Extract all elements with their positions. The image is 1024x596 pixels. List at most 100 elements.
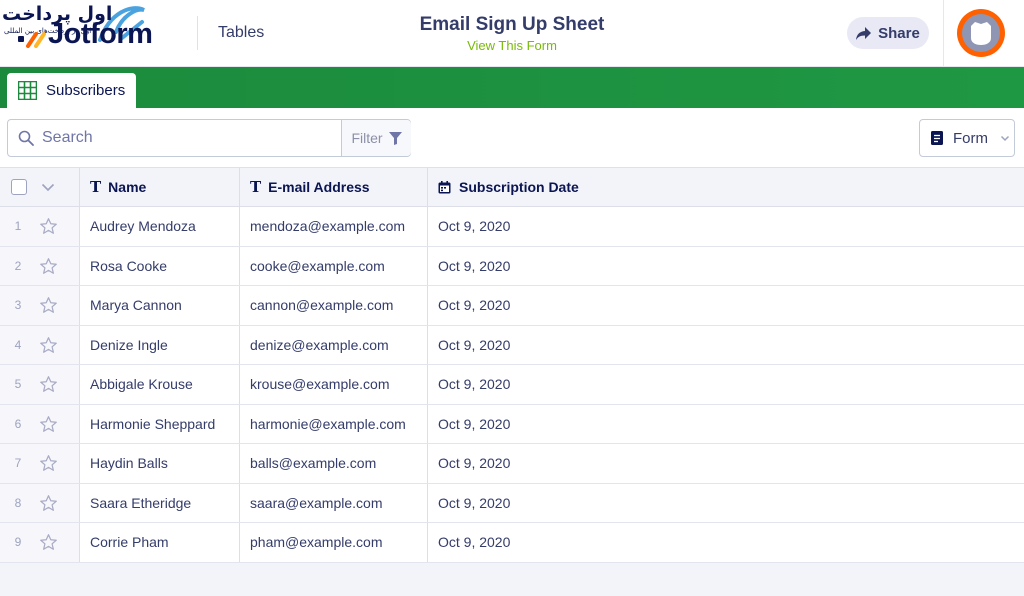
table-grid-icon [18, 81, 37, 100]
row-index-cell: 4 [0, 325, 80, 364]
form-dropdown-button[interactable]: Form [919, 119, 1015, 157]
name-cell[interactable]: Audrey Mendoza [80, 207, 240, 246]
table-row[interactable]: 5 Abbigale Krouse krouse@example.com Oct 9,… [0, 365, 1024, 405]
text-type-icon: T [90, 178, 102, 196]
name-cell[interactable]: Denize Ingle [80, 325, 240, 364]
email-cell[interactable]: balls@example.com [240, 444, 428, 483]
calendar-icon [438, 180, 451, 193]
top-bar: اول پرداخت اول در پرداخت‌های بین المللی … [0, 0, 1024, 67]
date-cell[interactable]: Oct 9, 2020 [428, 326, 1024, 365]
row-number: 2 [14, 258, 22, 273]
name-cell[interactable]: Abbigale Krouse [80, 365, 240, 404]
star-icon[interactable] [39, 217, 58, 236]
name-cell[interactable]: Harmonie Sheppard [80, 404, 240, 443]
search-box: Filter [7, 119, 411, 157]
email-cell[interactable]: harmonie@example.com [240, 404, 428, 443]
tab-label: Subscribers [46, 82, 126, 99]
email-cell[interactable]: cannon@example.com [240, 286, 428, 325]
row-number: 1 [14, 219, 22, 234]
date-cell[interactable]: Oct 9, 2020 [428, 207, 1024, 246]
row-index-cell: 2 [0, 246, 80, 285]
row-number: 8 [14, 495, 22, 510]
email-cell[interactable]: krouse@example.com [240, 365, 428, 404]
row-index-cell: 7 [0, 444, 80, 483]
user-avatar[interactable] [957, 9, 1005, 57]
divider [943, 0, 944, 66]
table-row[interactable]: 7 Haydin Balls balls@example.com Oct 9, 202… [0, 444, 1024, 484]
row-number: 3 [14, 298, 22, 313]
name-cell[interactable]: Saara Etheridge [80, 483, 240, 522]
table-header: T Name T E-mail Address Subscription Dat… [0, 168, 1024, 207]
column-label: E-mail Address [268, 179, 370, 195]
row-index-cell: 1 [0, 207, 80, 246]
share-label: Share [878, 24, 920, 42]
row-number: 9 [14, 535, 22, 550]
row-number: 7 [14, 456, 22, 471]
name-cell[interactable]: Corrie Pham [80, 523, 240, 562]
search-input[interactable] [42, 126, 332, 150]
table-body: 1 Audrey Mendoza mendoza@example.com Oct 9,… [0, 207, 1024, 563]
tab-bar: Subscribers [0, 67, 1024, 108]
toolbar: Filter Form [0, 108, 1024, 168]
chevron-down-icon[interactable] [41, 182, 55, 192]
name-cell[interactable]: Haydin Balls [80, 444, 240, 483]
star-icon[interactable] [39, 533, 58, 552]
column-label: Subscription Date [459, 179, 579, 195]
share-button[interactable]: Share [847, 17, 929, 49]
star-icon[interactable] [39, 257, 58, 276]
date-cell[interactable]: Oct 9, 2020 [428, 444, 1024, 483]
chevron-down-icon [1000, 135, 1010, 142]
share-arrow-icon [856, 26, 872, 40]
table-row[interactable]: 8 Saara Etheridge saara@example.com Oct 9, … [0, 483, 1024, 523]
star-icon[interactable] [39, 296, 58, 315]
avatar-image [962, 14, 1000, 52]
date-cell[interactable]: Oct 9, 2020 [428, 365, 1024, 404]
header-select-cell [0, 168, 80, 206]
column-header-subscription-date[interactable]: Subscription Date [428, 168, 1024, 206]
email-cell[interactable]: pham@example.com [240, 523, 428, 562]
podo-mascot-icon [971, 22, 991, 45]
table-row[interactable]: 1 Audrey Mendoza mendoza@example.com Oct 9,… [0, 207, 1024, 247]
search-icon [18, 130, 34, 146]
row-number: 6 [14, 416, 22, 431]
name-cell[interactable]: Marya Cannon [80, 286, 240, 325]
row-index-cell: 5 [0, 365, 80, 404]
row-index-cell: 9 [0, 523, 80, 562]
table-row[interactable]: 9 Corrie Pham pham@example.com Oct 9, 2020 [0, 523, 1024, 563]
name-cell[interactable]: Rosa Cooke [80, 246, 240, 285]
form-label: Form [953, 129, 988, 147]
date-cell[interactable]: Oct 9, 2020 [428, 484, 1024, 523]
star-icon[interactable] [39, 375, 58, 394]
date-cell[interactable]: Oct 9, 2020 [428, 247, 1024, 286]
filter-label: Filter [351, 130, 383, 146]
email-cell[interactable]: saara@example.com [240, 483, 428, 522]
select-all-checkbox[interactable] [11, 179, 27, 195]
form-document-icon [931, 131, 943, 145]
data-table: T Name T E-mail Address Subscription Dat… [0, 168, 1024, 563]
filter-button[interactable]: Filter [341, 120, 411, 156]
email-cell[interactable]: denize@example.com [240, 325, 428, 364]
column-label: Name [108, 179, 147, 195]
date-cell[interactable]: Oct 9, 2020 [428, 286, 1024, 325]
row-number: 5 [14, 377, 22, 392]
table-row[interactable]: 3 Marya Cannon cannon@example.com Oct 9, 20… [0, 286, 1024, 326]
star-icon[interactable] [39, 494, 58, 513]
star-icon[interactable] [39, 415, 58, 434]
table-row[interactable]: 2 Rosa Cooke cooke@example.com Oct 9, 2020 [0, 246, 1024, 286]
column-header-email[interactable]: T E-mail Address [240, 168, 428, 206]
date-cell[interactable]: Oct 9, 2020 [428, 523, 1024, 562]
star-icon[interactable] [39, 454, 58, 473]
row-index-cell: 6 [0, 404, 80, 443]
star-icon[interactable] [39, 336, 58, 355]
tab-subscribers[interactable]: Subscribers [7, 73, 136, 108]
row-index-cell: 3 [0, 286, 80, 325]
text-type-icon: T [250, 178, 262, 196]
table-row[interactable]: 4 Denize Ingle denize@example.com Oct 9, 20… [0, 325, 1024, 365]
email-cell[interactable]: mendoza@example.com [240, 207, 428, 246]
table-row[interactable]: 6 Harmonie Sheppard harmonie@example.com Oc… [0, 404, 1024, 444]
email-cell[interactable]: cooke@example.com [240, 246, 428, 285]
funnel-icon [388, 131, 402, 145]
column-header-name[interactable]: T Name [80, 168, 240, 206]
row-number: 4 [14, 337, 22, 352]
date-cell[interactable]: Oct 9, 2020 [428, 405, 1024, 444]
